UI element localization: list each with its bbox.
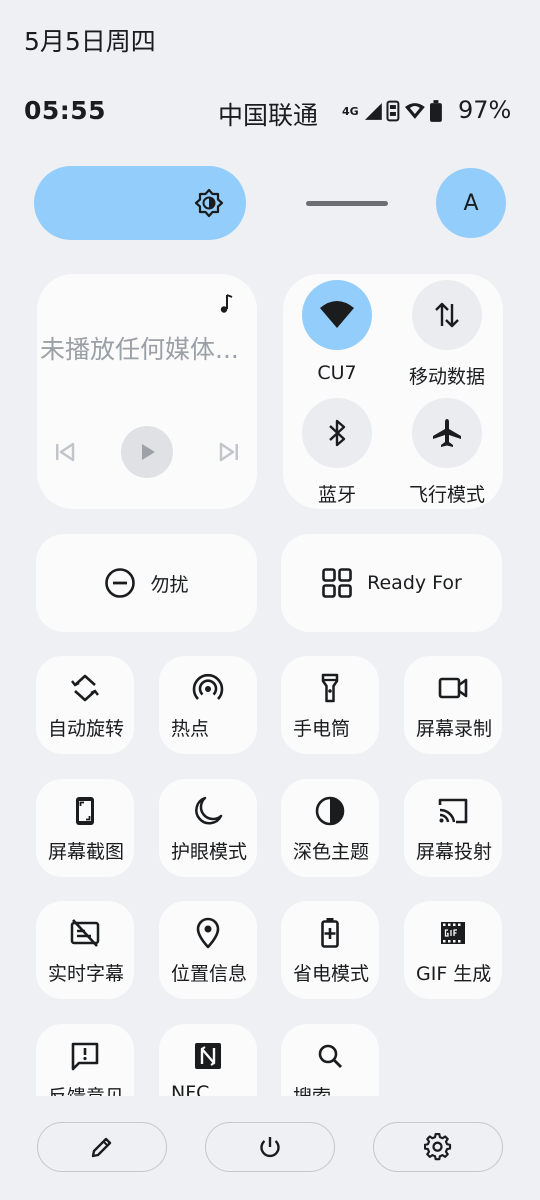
tile-screen-record[interactable]: 屏幕录制 bbox=[404, 656, 502, 754]
tile-dark-theme[interactable]: 深色主题 bbox=[281, 779, 379, 877]
do-not-disturb-icon bbox=[105, 568, 136, 598]
wifi-label: CU7 bbox=[317, 362, 357, 384]
tile-battery-saver[interactable]: 省电模式 bbox=[281, 901, 379, 999]
feedback-label: 反馈意见 bbox=[48, 1082, 128, 1096]
next-track-icon[interactable] bbox=[216, 440, 242, 464]
tile-auto-rotate[interactable]: 自动旋转 bbox=[36, 656, 134, 754]
night-light-label: 护眼模式 bbox=[171, 841, 248, 863]
airplane-icon bbox=[433, 419, 461, 447]
edit-icon bbox=[91, 1137, 112, 1158]
flashlight-label: 手电筒 bbox=[293, 718, 351, 740]
ready-for-label: Ready For bbox=[367, 572, 462, 594]
edit-button[interactable] bbox=[37, 1122, 167, 1172]
airplane-mode-toggle[interactable] bbox=[412, 398, 482, 468]
date-label: 5月5日周四 bbox=[24, 27, 156, 56]
bluetooth-toggle[interactable] bbox=[302, 398, 372, 468]
mobile-data-label: 移动数据 bbox=[408, 366, 485, 388]
tile-gif[interactable]: GIF 生成 bbox=[404, 901, 502, 999]
previous-track-icon[interactable] bbox=[52, 440, 78, 464]
search-label: 搜索 bbox=[293, 1082, 373, 1096]
live-caption-label: 实时字幕 bbox=[48, 963, 125, 985]
dark-theme-label: 深色主题 bbox=[293, 841, 370, 863]
nfc-icon bbox=[195, 1043, 221, 1069]
gif-label: GIF 生成 bbox=[416, 963, 492, 985]
auto-rotate-icon bbox=[71, 674, 99, 702]
user-initial: A bbox=[463, 190, 479, 216]
quick-settings-grid: 自动旋转 热点 手电筒 屏幕录制 屏幕截图 护眼模式 深色主题 屏幕投射 实时字… bbox=[0, 650, 540, 1096]
tile-screenshot[interactable]: 屏幕截图 bbox=[36, 779, 134, 877]
wifi-icon bbox=[320, 301, 354, 328]
power-button[interactable] bbox=[205, 1122, 335, 1172]
cast-icon bbox=[438, 798, 468, 824]
dark-theme-icon bbox=[315, 796, 345, 826]
power-icon bbox=[260, 1137, 280, 1158]
hotspot-label: 热点 bbox=[171, 718, 210, 740]
mobile-data-toggle[interactable] bbox=[412, 280, 482, 350]
brightness-icon bbox=[194, 188, 224, 218]
nfc-label: NFC bbox=[171, 1082, 210, 1096]
location-label: 位置信息 bbox=[171, 963, 248, 985]
tile-flashlight[interactable]: 手电筒 bbox=[281, 656, 379, 754]
screen-record-icon bbox=[438, 677, 468, 699]
status-icons: 4G bbox=[342, 97, 442, 125]
tile-search[interactable]: 搜索 bbox=[281, 1024, 379, 1096]
flashlight-icon bbox=[321, 673, 339, 703]
auto-rotate-label: 自动旋转 bbox=[48, 718, 125, 740]
gif-icon bbox=[441, 922, 465, 944]
tile-hotspot[interactable]: 热点 bbox=[159, 656, 257, 754]
tile-location[interactable]: 位置信息 bbox=[159, 901, 257, 999]
do-not-disturb-label: 勿扰 bbox=[150, 573, 189, 596]
network-type-label: 4G bbox=[342, 104, 359, 118]
wifi-status-icon bbox=[405, 103, 426, 119]
tile-cast[interactable]: 屏幕投射 bbox=[404, 779, 502, 877]
music-note-icon bbox=[220, 294, 233, 313]
screenshot-label: 屏幕截图 bbox=[48, 841, 125, 863]
cast-label: 屏幕投射 bbox=[416, 841, 493, 863]
sim-icon bbox=[386, 100, 400, 122]
settings-button[interactable] bbox=[373, 1122, 503, 1172]
signal-icon bbox=[364, 103, 382, 120]
screen-record-label: 屏幕录制 bbox=[416, 718, 493, 740]
battery-saver-label: 省电模式 bbox=[293, 963, 370, 985]
play-button[interactable] bbox=[121, 426, 173, 478]
brightness-slider-rest[interactable] bbox=[306, 201, 388, 206]
screenshot-icon bbox=[76, 797, 94, 825]
tile-night-light[interactable]: 护眼模式 bbox=[159, 779, 257, 877]
carrier-name: 中国联通 bbox=[218, 101, 319, 130]
wifi-toggle[interactable] bbox=[302, 280, 372, 350]
feedback-icon bbox=[71, 1042, 99, 1071]
bluetooth-icon bbox=[329, 419, 346, 447]
tile-nfc[interactable]: NFC bbox=[159, 1024, 257, 1096]
ready-for-tile[interactable]: Ready For bbox=[281, 534, 502, 632]
settings-icon bbox=[424, 1133, 452, 1161]
tile-feedback[interactable]: 反馈意见 bbox=[36, 1024, 134, 1096]
clock: 05:55 bbox=[24, 96, 107, 125]
battery-percentage: 97% bbox=[458, 96, 512, 124]
night-light-icon bbox=[195, 796, 223, 825]
grid-icon bbox=[322, 568, 352, 598]
hotspot-icon bbox=[192, 673, 224, 700]
battery-icon bbox=[430, 100, 442, 122]
tile-live-caption[interactable]: 实时字幕 bbox=[36, 901, 134, 999]
battery-saver-icon bbox=[321, 918, 339, 948]
do-not-disturb-tile[interactable]: 勿扰 bbox=[36, 534, 257, 632]
airplane-mode-label: 飞行模式 bbox=[408, 484, 485, 506]
location-icon bbox=[196, 917, 220, 949]
play-icon bbox=[142, 444, 155, 460]
mobile-data-icon bbox=[435, 302, 459, 328]
live-caption-icon bbox=[70, 919, 100, 947]
media-title: 未播放任何媒体... bbox=[40, 335, 239, 364]
bluetooth-label: 蓝牙 bbox=[317, 484, 356, 506]
search-icon bbox=[318, 1044, 342, 1068]
user-avatar-button[interactable]: A bbox=[436, 168, 506, 238]
